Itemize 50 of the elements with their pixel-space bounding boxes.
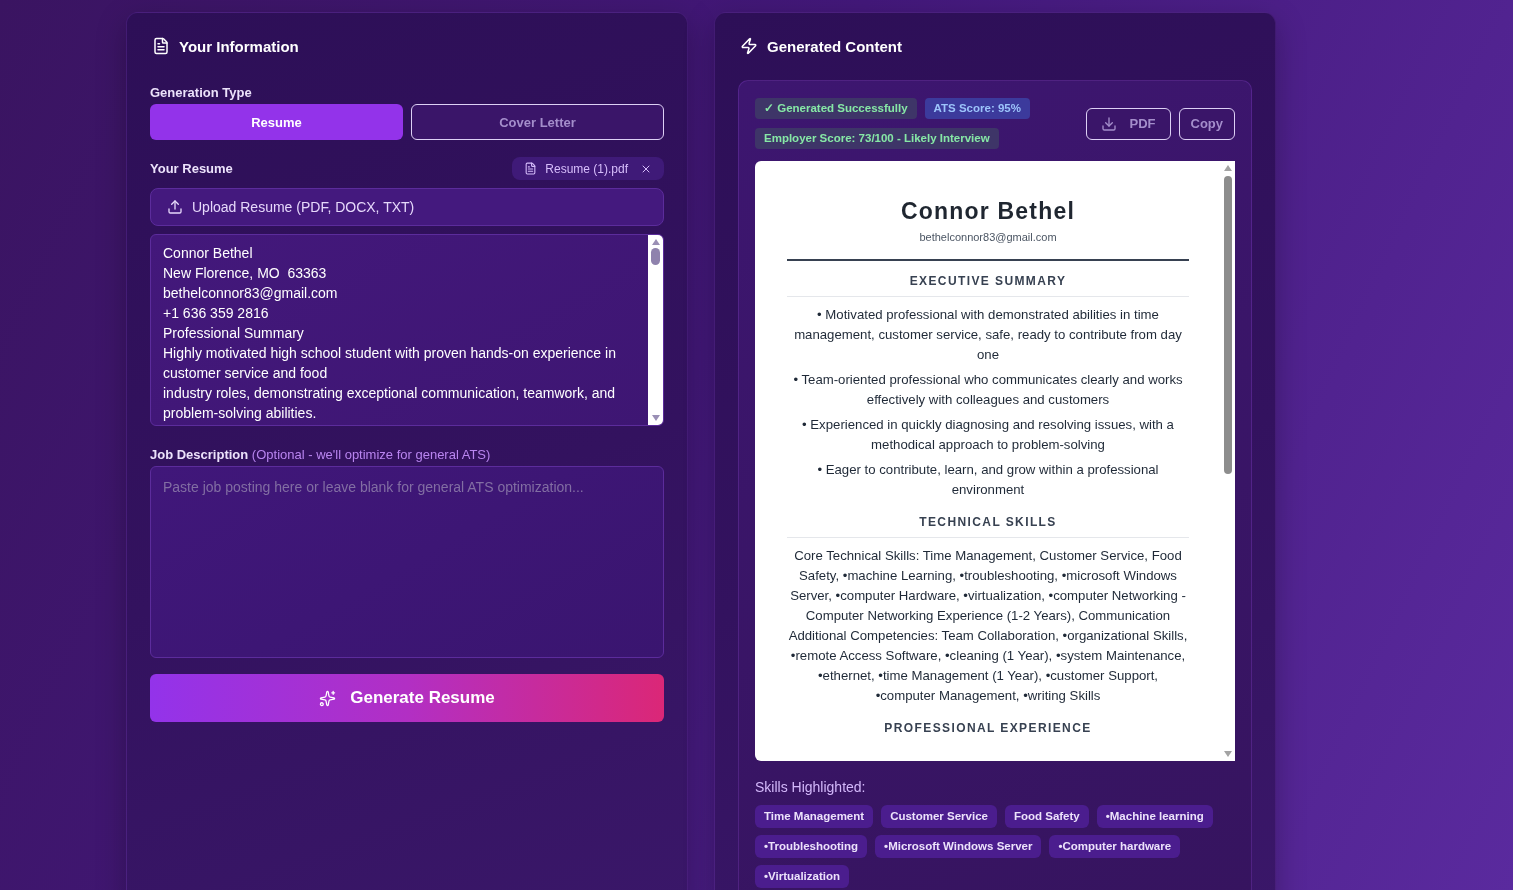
lightning-icon	[740, 37, 758, 55]
panel-title: Your Information	[179, 37, 299, 55]
scroll-up-arrow-icon[interactable]	[651, 239, 660, 245]
job-description-label: Job Description (Optional - we'll optimize for general ATS)	[150, 448, 492, 462]
download-icon	[1100, 115, 1117, 132]
field-label: Generation Type	[150, 86, 253, 100]
skill-tag: Food Safety	[1004, 805, 1089, 828]
summary-bullet: • Motivated professional with demonstrated abilities in time management, customer service, safe, ready to contribute from day one	[793, 306, 1183, 364]
copy-button[interactable]: Copy	[1178, 107, 1235, 140]
resume-name: Connor Bethel	[899, 197, 1076, 225]
resume-email: bethelconnor83@gmail.com	[918, 230, 1058, 245]
document-icon	[152, 37, 170, 55]
scroll-up-arrow-icon[interactable]	[1224, 165, 1232, 171]
section-heading: PROFESSIONAL EXPERIENCE	[883, 720, 1093, 736]
skills-label: Skills Highlighted:	[755, 779, 867, 795]
generation-type-tab[interactable]: Cover Letter	[411, 104, 664, 140]
scroll-thumb[interactable]	[1224, 176, 1232, 474]
skill-tag: •Virtualization	[755, 865, 850, 888]
job-description-field[interactable]: Paste job posting here or leave blank for general ATS optimization...	[150, 466, 664, 658]
skill-tag: •Computer hardware	[1049, 835, 1181, 858]
summary-bullet: • Eager to contribute, learn, and grow within a professional environment	[816, 461, 1160, 499]
upload-icon	[167, 199, 183, 215]
skill-tag: •Machine learning	[1096, 805, 1213, 828]
sparkles-icon	[319, 689, 337, 707]
status-badge: ATS Score: 95%	[924, 98, 1030, 119]
section-heading: EXECUTIVE SUMMARY	[908, 273, 1068, 289]
summary-bullet: • Experienced in quickly diagnosing and resolving issues, with a methodical approach to problem-solving	[801, 416, 1175, 454]
generation-type-tab[interactable]: Resume	[150, 104, 403, 140]
generate-button[interactable]: Generate Resume	[150, 674, 664, 722]
scrollbar[interactable]	[648, 235, 663, 425]
skill-tag: •Troubleshooting	[755, 835, 868, 858]
download-pdf-button[interactable]: PDF	[1085, 107, 1171, 140]
scroll-down-arrow-icon[interactable]	[1224, 751, 1232, 757]
status-badge: ✓ Generated Successfully	[755, 98, 917, 119]
resume-text-field[interactable]: Connor Bethel New Florence, MO 63363 bethelconnor83@gmail.com +1 636 359 2816 Professional Summary Highly motivated high school student with proven hands-on experience in customer service and food industry roles, demonstrating exceptional communication, teamwork, and problem-solving abilities.	[150, 234, 664, 426]
field-label: Your Resume	[150, 161, 233, 176]
skill-tag: •Microsoft Windows Server	[875, 835, 1042, 858]
upload-resume-button[interactable]: Upload Resume (PDF, DOCX, TXT)	[150, 188, 664, 226]
status-badge: Employer Score: 73/100 - Likely Interview	[755, 128, 999, 149]
panel-title: Generated Content	[767, 37, 902, 55]
scroll-thumb[interactable]	[651, 248, 660, 265]
file-name: Resume (1).pdf	[545, 161, 628, 176]
scroll-down-arrow-icon[interactable]	[651, 415, 660, 421]
section-heading: TECHNICAL SKILLS	[918, 514, 1058, 530]
skills-paragraph: Core Technical Skills: Time Management, Customer Service, Food Safety, •machine Learning, •troubleshooting, •microsoft Windows Server, •computer Hardware, •virtualization, •computer Networking - Computer Networking Experience (1-2 Years), Communication	[789, 547, 1187, 625]
skills-paragraph: Additional Competencies: Team Collaboration, •organizational Skills, •remote Access Software, •cleaning (1 Year), •system Maintenance, •ethernet, •time Management (1 Year), •customer Support, •computer Management, •writing Skills	[787, 627, 1189, 705]
file-icon	[524, 162, 538, 175]
summary-bullet: • Team-oriented professional who communicates clearly and works effectively with colleagues and customers	[792, 371, 1184, 409]
skill-tag: Customer Service	[881, 805, 997, 828]
skill-tag: Time Management	[755, 805, 874, 828]
